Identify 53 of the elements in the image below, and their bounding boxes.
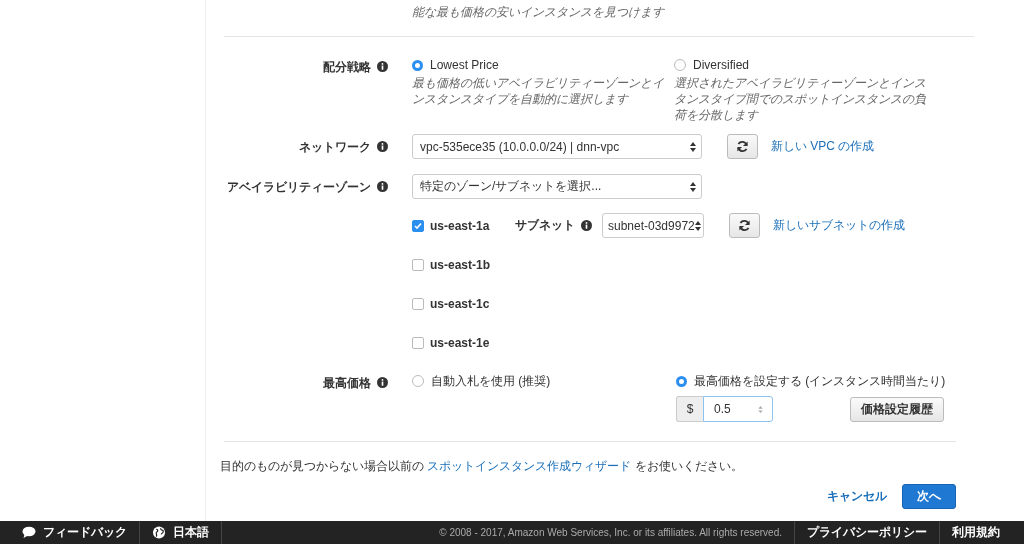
globe-icon (152, 526, 166, 539)
checkbox[interactable] (412, 297, 424, 310)
zone-label: us-east-1a (430, 218, 490, 233)
option-label: 最高価格を設定する (インスタンス時間当たり) (694, 372, 946, 390)
radio-button[interactable] (412, 375, 424, 387)
field-label: 最高価格 (323, 375, 371, 392)
spinner-arrows-icon[interactable] (757, 404, 764, 414)
field-label: サブネット (515, 217, 575, 234)
checkbox[interactable] (412, 336, 424, 349)
field-label: ネットワーク (299, 139, 371, 156)
radio-button[interactable] (674, 59, 686, 71)
terms-link[interactable]: 利用規約 (940, 521, 1024, 544)
option-label: Lowest Price (430, 58, 499, 72)
option-label: Diversified (693, 58, 749, 72)
info-icon[interactable] (581, 220, 592, 231)
currency-addon: $ (676, 396, 703, 422)
field-label: アベイラビリティーゾーン (227, 179, 371, 196)
field-label: 配分戦略 (323, 59, 371, 76)
network-select[interactable]: vpc-535ece35 (10.0.0.0/24) | dnn-vpc (412, 134, 702, 159)
info-icon[interactable] (377, 377, 388, 388)
zone-label: us-east-1b (430, 257, 491, 272)
wizard-link[interactable]: スポットインスタンス作成ウィザード (427, 459, 632, 473)
info-icon[interactable] (377, 141, 388, 152)
refresh-button[interactable] (727, 134, 758, 159)
language-button[interactable]: 日本語 (140, 521, 222, 544)
next-button[interactable]: 次へ (902, 484, 956, 509)
option-label: 自動入札を使用 (推奨) (431, 372, 551, 390)
create-vpc-link[interactable]: 新しい VPC の作成 (771, 138, 875, 155)
price-input[interactable]: 0.5 (703, 396, 773, 422)
zone-label: us-east-1c (430, 296, 490, 311)
refresh-icon (736, 140, 749, 153)
checkbox[interactable] (412, 258, 424, 271)
privacy-link[interactable]: プライバシーポリシー (795, 521, 940, 544)
radio-button[interactable] (412, 59, 423, 71)
refresh-button[interactable] (729, 213, 760, 238)
info-icon[interactable] (377, 181, 388, 192)
cancel-button[interactable]: キャンセル (827, 488, 887, 505)
zone-label: us-east-1e (430, 335, 490, 350)
create-subnet-link[interactable]: 新しいサブネットの作成 (773, 217, 905, 234)
subnet-select[interactable]: subnet-03d9972 (602, 213, 704, 238)
checkbox[interactable] (412, 219, 424, 232)
info-icon[interactable] (377, 61, 388, 72)
speech-bubble-icon (22, 526, 36, 539)
copyright-text: © 2008 - 2017, Amazon Web Services, Inc. or its affiliates. All rights reserved. (439, 521, 795, 544)
option-description: 最も価格の低いアベイラビリティーゾーンとインスタンスタイプを自動的に選択します (412, 75, 665, 107)
option-description: 選択されたアベイラビリティーゾーンとインスタンスタイプ間でのスポットインスタンスの負荷を分散します (674, 75, 927, 123)
description-text: 能な最も価格の安いインスタンスを見つけます (412, 4, 666, 20)
pricing-history-button[interactable]: 価格設定履歴 (850, 396, 944, 422)
refresh-icon (738, 219, 751, 232)
radio-button[interactable] (676, 375, 687, 387)
zone-select[interactable]: 特定のゾーン/サブネットを選択... (412, 174, 702, 199)
feedback-button[interactable]: フィードバック (0, 521, 140, 544)
footer-note: 目的のものが見つからない場合以前の スポットインスタンス作成ウィザード をお使いください。 (220, 458, 744, 475)
